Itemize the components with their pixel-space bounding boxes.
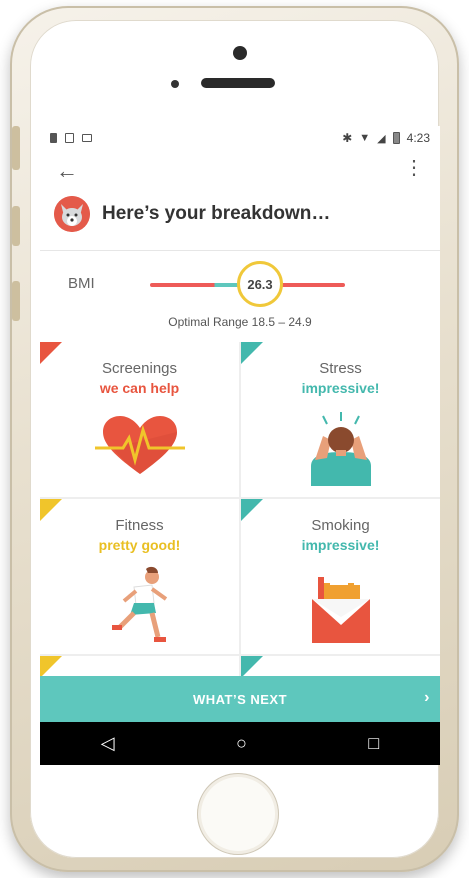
nav-recents-icon[interactable]: □ [368, 733, 379, 754]
voicemail-icon [82, 134, 92, 142]
nav-home-icon[interactable]: ○ [236, 733, 247, 754]
health-grid: Screenings we can help Stress impressive… [40, 342, 440, 676]
tile-partial[interactable] [40, 656, 239, 676]
tile-name: Smoking [311, 517, 370, 534]
header: Here’s your breakdown… [54, 196, 330, 232]
tile-status: pretty good! [98, 537, 181, 553]
clock: 4:23 [406, 131, 430, 145]
tile-smoking[interactable]: Smoking impressive! [241, 499, 440, 654]
tile-corner-marker [241, 656, 263, 676]
whats-next-button[interactable]: WHAT’S NEXT › [40, 676, 440, 722]
volume-down-button [12, 281, 20, 321]
sim-icon [50, 133, 57, 143]
runner-icon [40, 565, 239, 645]
status-bar: ✱ ▼ ◢ 4:23 [40, 126, 440, 150]
battery-icon [392, 132, 400, 144]
front-camera [233, 46, 247, 60]
tile-name: Fitness [115, 517, 164, 534]
wolf-avatar-icon [54, 196, 90, 232]
chevron-right-icon: › [424, 689, 430, 706]
signal-icon: ◢ [377, 132, 386, 145]
tile-status: impressive! [301, 537, 380, 553]
home-button[interactable] [197, 773, 279, 855]
tile-corner-marker [40, 656, 62, 676]
wifi-icon: ▼ [359, 132, 371, 144]
nav-back-icon[interactable]: ◁ [101, 733, 115, 754]
more-options-icon[interactable]: ⋮ [404, 158, 424, 178]
system-nav-bar: ◁ ○ □ [40, 722, 440, 765]
back-arrow-icon[interactable]: ← [56, 158, 78, 184]
stressed-person-icon [241, 410, 440, 486]
tile-status: we can help [99, 380, 180, 396]
volume-up-button [12, 206, 20, 246]
bmi-value-marker: 26.3 [237, 261, 283, 307]
cigarette-pack-icon [241, 569, 440, 645]
bmi-label: BMI [68, 275, 95, 292]
app-bar: ← ⋮ [40, 150, 440, 194]
proximity-sensor [171, 80, 179, 88]
tile-name: Screenings [101, 360, 178, 377]
whats-next-label: WHAT’S NEXT [192, 691, 288, 707]
bluetooth-icon: ✱ [342, 131, 353, 145]
bmi-section: BMI 26.3 Optimal Range 18.5 – 24.9 [40, 251, 440, 341]
page-title: Here’s your breakdown… [102, 203, 331, 224]
gallery-icon [65, 133, 74, 143]
app-screen: ✱ ▼ ◢ 4:23 ← ⋮ Here’s your breakdown… BM… [40, 126, 440, 765]
tile-fitness[interactable]: Fitness pretty good! [40, 499, 239, 654]
tile-screenings[interactable]: Screenings we can help [40, 342, 239, 497]
tile-status: impressive! [301, 380, 380, 396]
tile-name: Stress [319, 360, 362, 377]
heart-icon [40, 414, 239, 478]
side-button [12, 126, 20, 170]
tile-partial[interactable] [241, 656, 440, 676]
tile-stress[interactable]: Stress impressive! [241, 342, 440, 497]
earpiece-speaker [201, 78, 275, 88]
bmi-optimal-range: Optimal Range 18.5 – 24.9 [168, 315, 312, 329]
